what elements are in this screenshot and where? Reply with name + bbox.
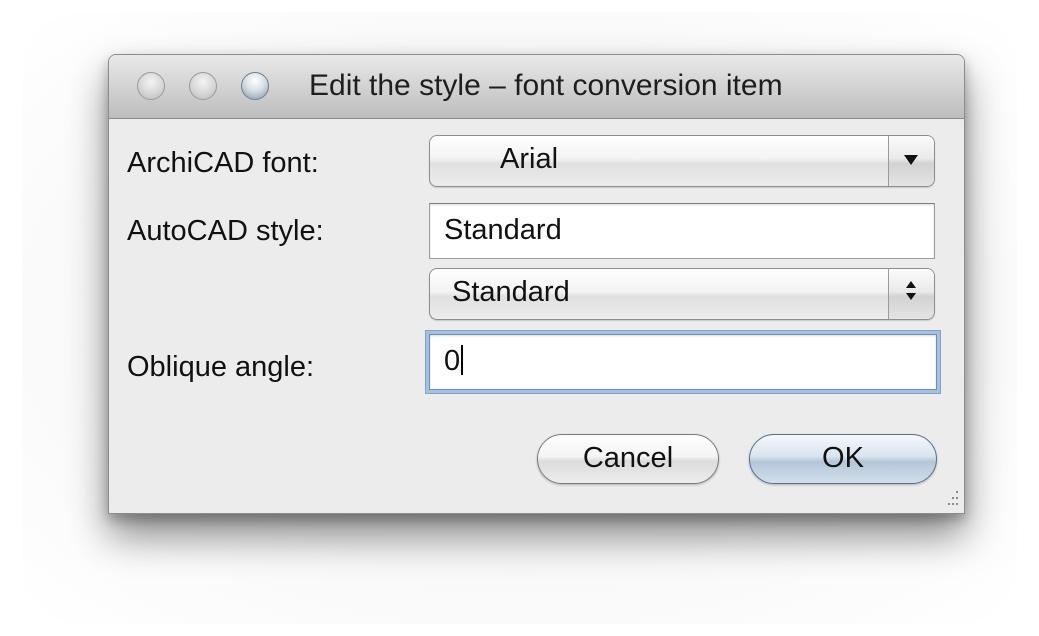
autocad-style-field[interactable]: Standard bbox=[429, 203, 935, 259]
autocad-style-label: AutoCAD style: bbox=[127, 215, 324, 247]
resize-grip-icon[interactable] bbox=[938, 487, 960, 509]
popup-arrow-box bbox=[888, 136, 934, 186]
oblique-angle-field[interactable]: 0 bbox=[429, 334, 937, 390]
arrow-up-icon bbox=[906, 281, 916, 288]
ok-button[interactable]: OK bbox=[749, 434, 937, 484]
zoom-button[interactable] bbox=[241, 72, 269, 100]
oblique-angle-label: Oblique angle: bbox=[127, 351, 315, 383]
archicad-font-popup[interactable]: Arial bbox=[429, 135, 935, 187]
autocad-style-value: Standard bbox=[444, 214, 562, 246]
popup-arrow-box bbox=[888, 269, 934, 319]
oblique-angle-value: 0 bbox=[444, 345, 461, 377]
title-bar[interactable]: Edit the style – font conversion item bbox=[109, 55, 964, 119]
dialog-window: Edit the style – font conversion item Ar… bbox=[108, 54, 965, 514]
close-button[interactable] bbox=[137, 72, 165, 100]
archicad-font-value: Arial bbox=[500, 143, 559, 175]
style-popup-value: Standard bbox=[452, 276, 570, 308]
window-title: Edit the style – font conversion item bbox=[309, 69, 783, 102]
arrow-down-icon bbox=[906, 293, 916, 300]
minimize-button[interactable] bbox=[189, 72, 217, 100]
chevron-down-icon bbox=[904, 155, 918, 165]
text-caret bbox=[461, 345, 464, 375]
cancel-button[interactable]: Cancel bbox=[537, 434, 719, 484]
style-popup[interactable]: Standard bbox=[429, 268, 935, 320]
archicad-font-label: ArchiCAD font: bbox=[127, 147, 319, 179]
